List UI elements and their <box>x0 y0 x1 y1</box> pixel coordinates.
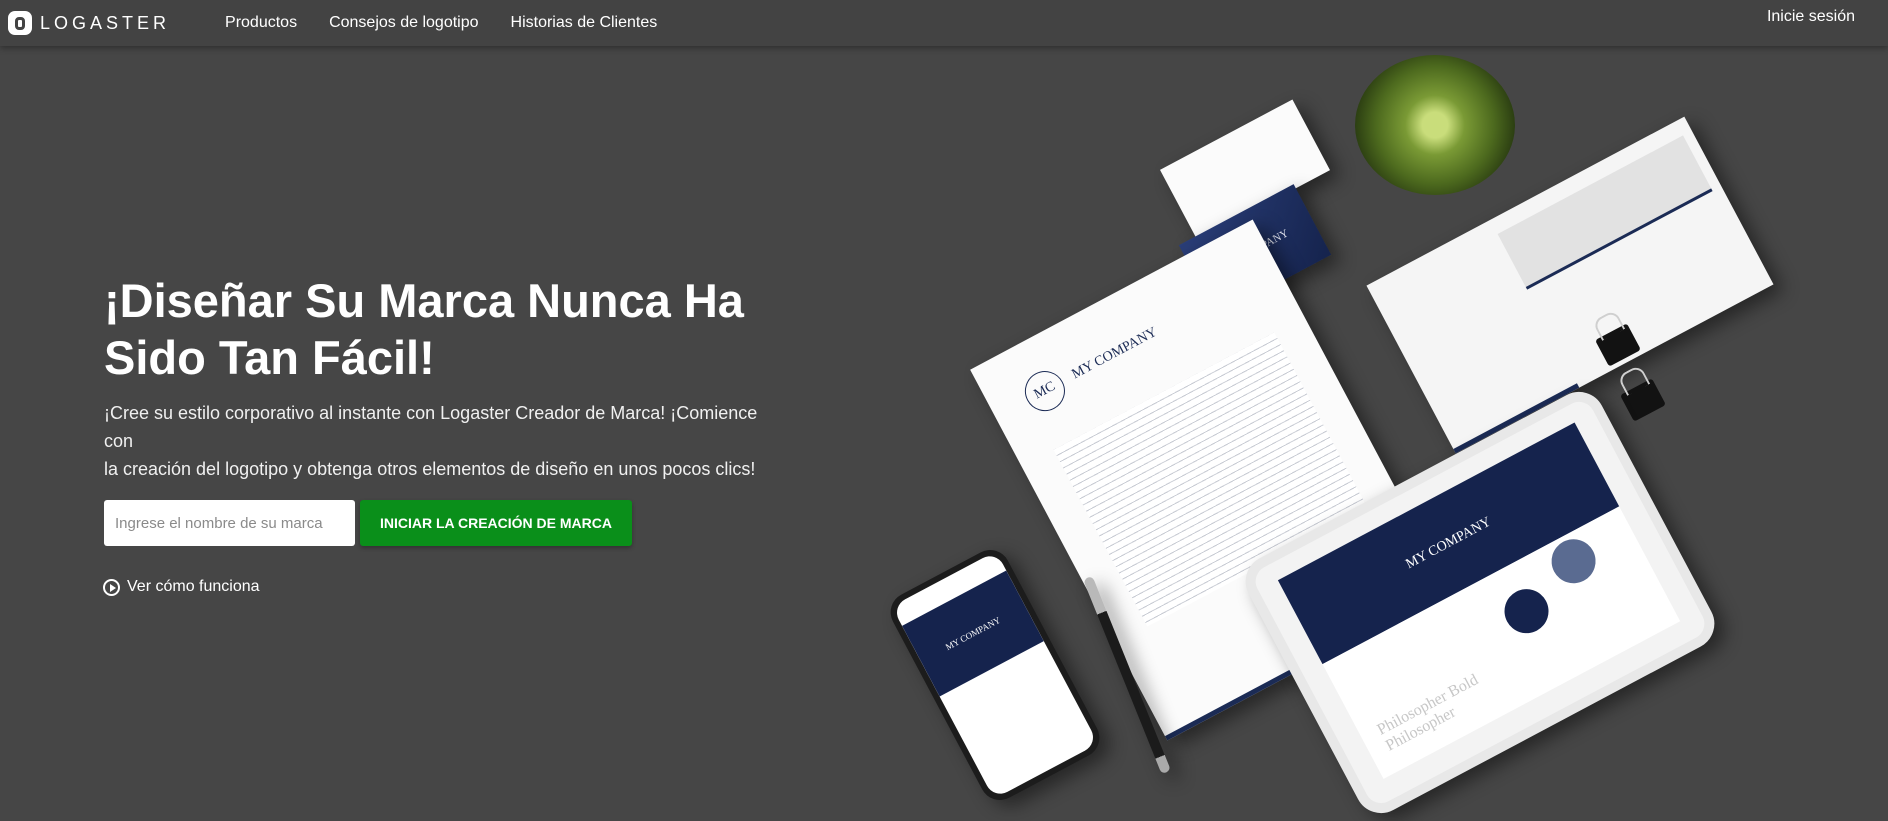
brand-name-input[interactable] <box>104 500 355 546</box>
hero-subtitle-line-1: ¡Cree su estilo corporativo al instante … <box>104 403 758 451</box>
hero-subtitle: ¡Cree su estilo corporativo al instante … <box>104 399 784 483</box>
how-it-works-link[interactable]: Ver cómo funciona <box>103 578 260 596</box>
envelope-window <box>1497 135 1712 288</box>
nav-item-logo-tips[interactable]: Consejos de logotipo <box>329 14 478 32</box>
letterhead-monogram: MC <box>1017 364 1072 419</box>
hero-title: ¡Diseñar Su Marca Nunca Ha Sido Tan Fáci… <box>104 272 804 386</box>
start-brand-creation-button[interactable]: INICIAR LA CREACIÓN DE MARCA <box>360 500 632 546</box>
binder-clip-image <box>1620 378 1666 422</box>
phone-company-name: MY COMPANY <box>943 614 1003 653</box>
logo[interactable]: LOGASTER <box>8 11 170 35</box>
login-link[interactable]: Inicie sesión <box>1767 8 1855 26</box>
main-nav: Productos Consejos de logotipo Historias… <box>225 14 689 32</box>
phone-screen: MY COMPANY <box>891 551 1099 799</box>
play-circle-icon <box>103 578 120 596</box>
top-navigation-bar: LOGASTER Productos Consejos de logotipo … <box>0 0 1888 46</box>
tablet-company-name: MY COMPANY <box>1403 514 1494 572</box>
nav-item-customer-stories[interactable]: Historias de Clientes <box>511 14 658 32</box>
brand-mockup-illustration: MY COMPANY MC MY COMPANY MY COMPANY Phil… <box>883 40 1780 821</box>
succulent-plant-image <box>1355 55 1515 195</box>
hero-title-line-1: ¡Diseñar Su Marca Nunca Ha <box>104 274 744 327</box>
phone-banner: MY COMPANY <box>902 570 1044 697</box>
phone-mockup: MY COMPANY <box>883 542 1107 808</box>
brand-name-form: INICIAR LA CREACIÓN DE MARCA <box>104 500 632 546</box>
hero-subtitle-line-2: la creación del logotipo y obtenga otros… <box>104 459 756 479</box>
nav-item-products[interactable]: Productos <box>225 14 297 32</box>
how-it-works-label: Ver cómo funciona <box>127 578 260 595</box>
hero-title-line-2: Sido Tan Fácil! <box>104 331 435 384</box>
logaster-logo-icon <box>8 11 32 35</box>
letterhead-company-name: MY COMPANY <box>1069 324 1160 383</box>
logo-text: LOGASTER <box>40 12 171 33</box>
